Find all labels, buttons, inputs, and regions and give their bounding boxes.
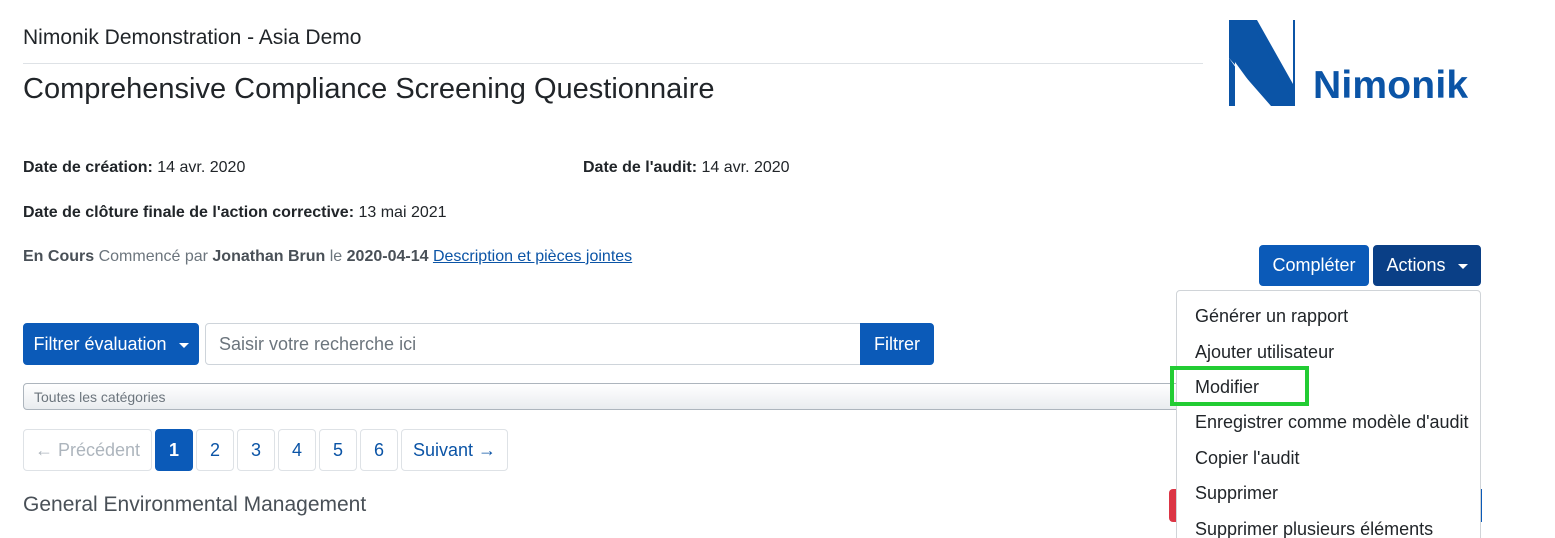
started-by-text: Commencé par	[98, 248, 208, 265]
audit-date-value: 14 avr. 2020	[701, 159, 790, 176]
page-link-3[interactable]: 3	[237, 429, 275, 471]
organization-name: Nimonik Demonstration - Asia Demo	[23, 26, 362, 49]
menu-item-save-as-template[interactable]: Enregistrer comme modèle d'audit	[1195, 412, 1469, 433]
page-number: 3	[250, 439, 261, 460]
status-badge: En Cours	[23, 248, 95, 265]
filter-evaluation-dropdown[interactable]: Filtrer évaluation	[23, 323, 199, 365]
nimonik-logo: Nimonik	[1227, 18, 1487, 110]
closure-date-value: 13 mai 2021	[358, 204, 447, 221]
pagination-previous: ← Précédent	[23, 429, 152, 471]
audit-date: Date de l'audit: 14 avr. 2020	[583, 159, 790, 177]
filter-button[interactable]: Filtrer	[860, 323, 934, 365]
creation-date-value: 14 avr. 2020	[157, 159, 246, 176]
page-number: 5	[332, 439, 343, 460]
page-link-1[interactable]: 1	[155, 429, 193, 471]
actions-dropdown-button[interactable]: Actions	[1373, 245, 1481, 286]
menu-item-copy-audit[interactable]: Copier l'audit	[1195, 448, 1300, 469]
pagination: ← Précédent 1 2 3 4 5 6 Suivant →	[23, 429, 508, 471]
category-select[interactable]: Toutes les catégories	[23, 383, 1183, 410]
category-select-value: Toutes les catégories	[34, 389, 166, 405]
page-number: 2	[209, 439, 220, 460]
header-divider	[23, 63, 1203, 64]
audit-page: Nimonik Demonstration - Asia Demo Compre…	[0, 0, 1555, 538]
pagination-next-label: Suivant →	[412, 439, 497, 460]
section-title: General Environmental Management	[23, 493, 367, 516]
pagination-previous-label: ← Précédent	[34, 439, 141, 460]
pagination-next[interactable]: Suivant →	[401, 429, 508, 471]
logo-text: Nimonik	[1313, 64, 1469, 107]
page-link-2[interactable]: 2	[196, 429, 234, 471]
page-link-6[interactable]: 6	[360, 429, 398, 471]
filter-evaluation-label: Filtrer évaluation	[33, 333, 167, 354]
menu-item-delete[interactable]: Supprimer	[1195, 483, 1278, 504]
search-input[interactable]	[205, 323, 861, 365]
complete-button-label: Compléter	[1272, 255, 1356, 275]
caret-down-icon	[178, 342, 189, 348]
start-date: 2020-04-14	[346, 248, 429, 265]
closure-date: Date de clôture finale de l'action corre…	[23, 204, 447, 222]
filter-button-label: Filtrer	[874, 333, 920, 354]
page-number: 6	[373, 439, 384, 460]
page-title: Comprehensive Compliance Screening Quest…	[23, 73, 715, 105]
audit-date-label: Date de l'audit:	[583, 159, 698, 176]
menu-item-delete-multiple[interactable]: Supprimer plusieurs éléments	[1195, 519, 1433, 538]
menu-item-generate-report[interactable]: Générer un rapport	[1195, 306, 1348, 327]
complete-button[interactable]: Compléter	[1259, 245, 1369, 286]
menu-item-add-user[interactable]: Ajouter utilisateur	[1195, 342, 1334, 363]
actions-button-label: Actions	[1386, 255, 1446, 275]
closure-date-label: Date de clôture finale de l'action corre…	[23, 204, 355, 221]
creation-date: Date de création: 14 avr. 2020	[23, 159, 245, 177]
page-link-5[interactable]: 5	[319, 429, 357, 471]
highlight-box-edit	[1170, 366, 1309, 406]
description-attachments-link[interactable]: Description et pièces jointes	[433, 248, 632, 265]
page-link-4[interactable]: 4	[278, 429, 316, 471]
caret-down-icon	[1457, 264, 1468, 269]
logo-mark-icon	[1229, 20, 1295, 106]
creation-date-label: Date de création:	[23, 159, 153, 176]
on-text: le	[329, 248, 343, 265]
page-number: 4	[291, 439, 302, 460]
page-number: 1	[168, 439, 179, 460]
started-by-user: Jonathan Brun	[212, 248, 326, 265]
actions-dropdown-menu: Générer un rapport Ajouter utilisateur M…	[1176, 290, 1481, 538]
audit-status-line: En Cours Commencé par Jonathan Brun le 2…	[23, 248, 632, 266]
